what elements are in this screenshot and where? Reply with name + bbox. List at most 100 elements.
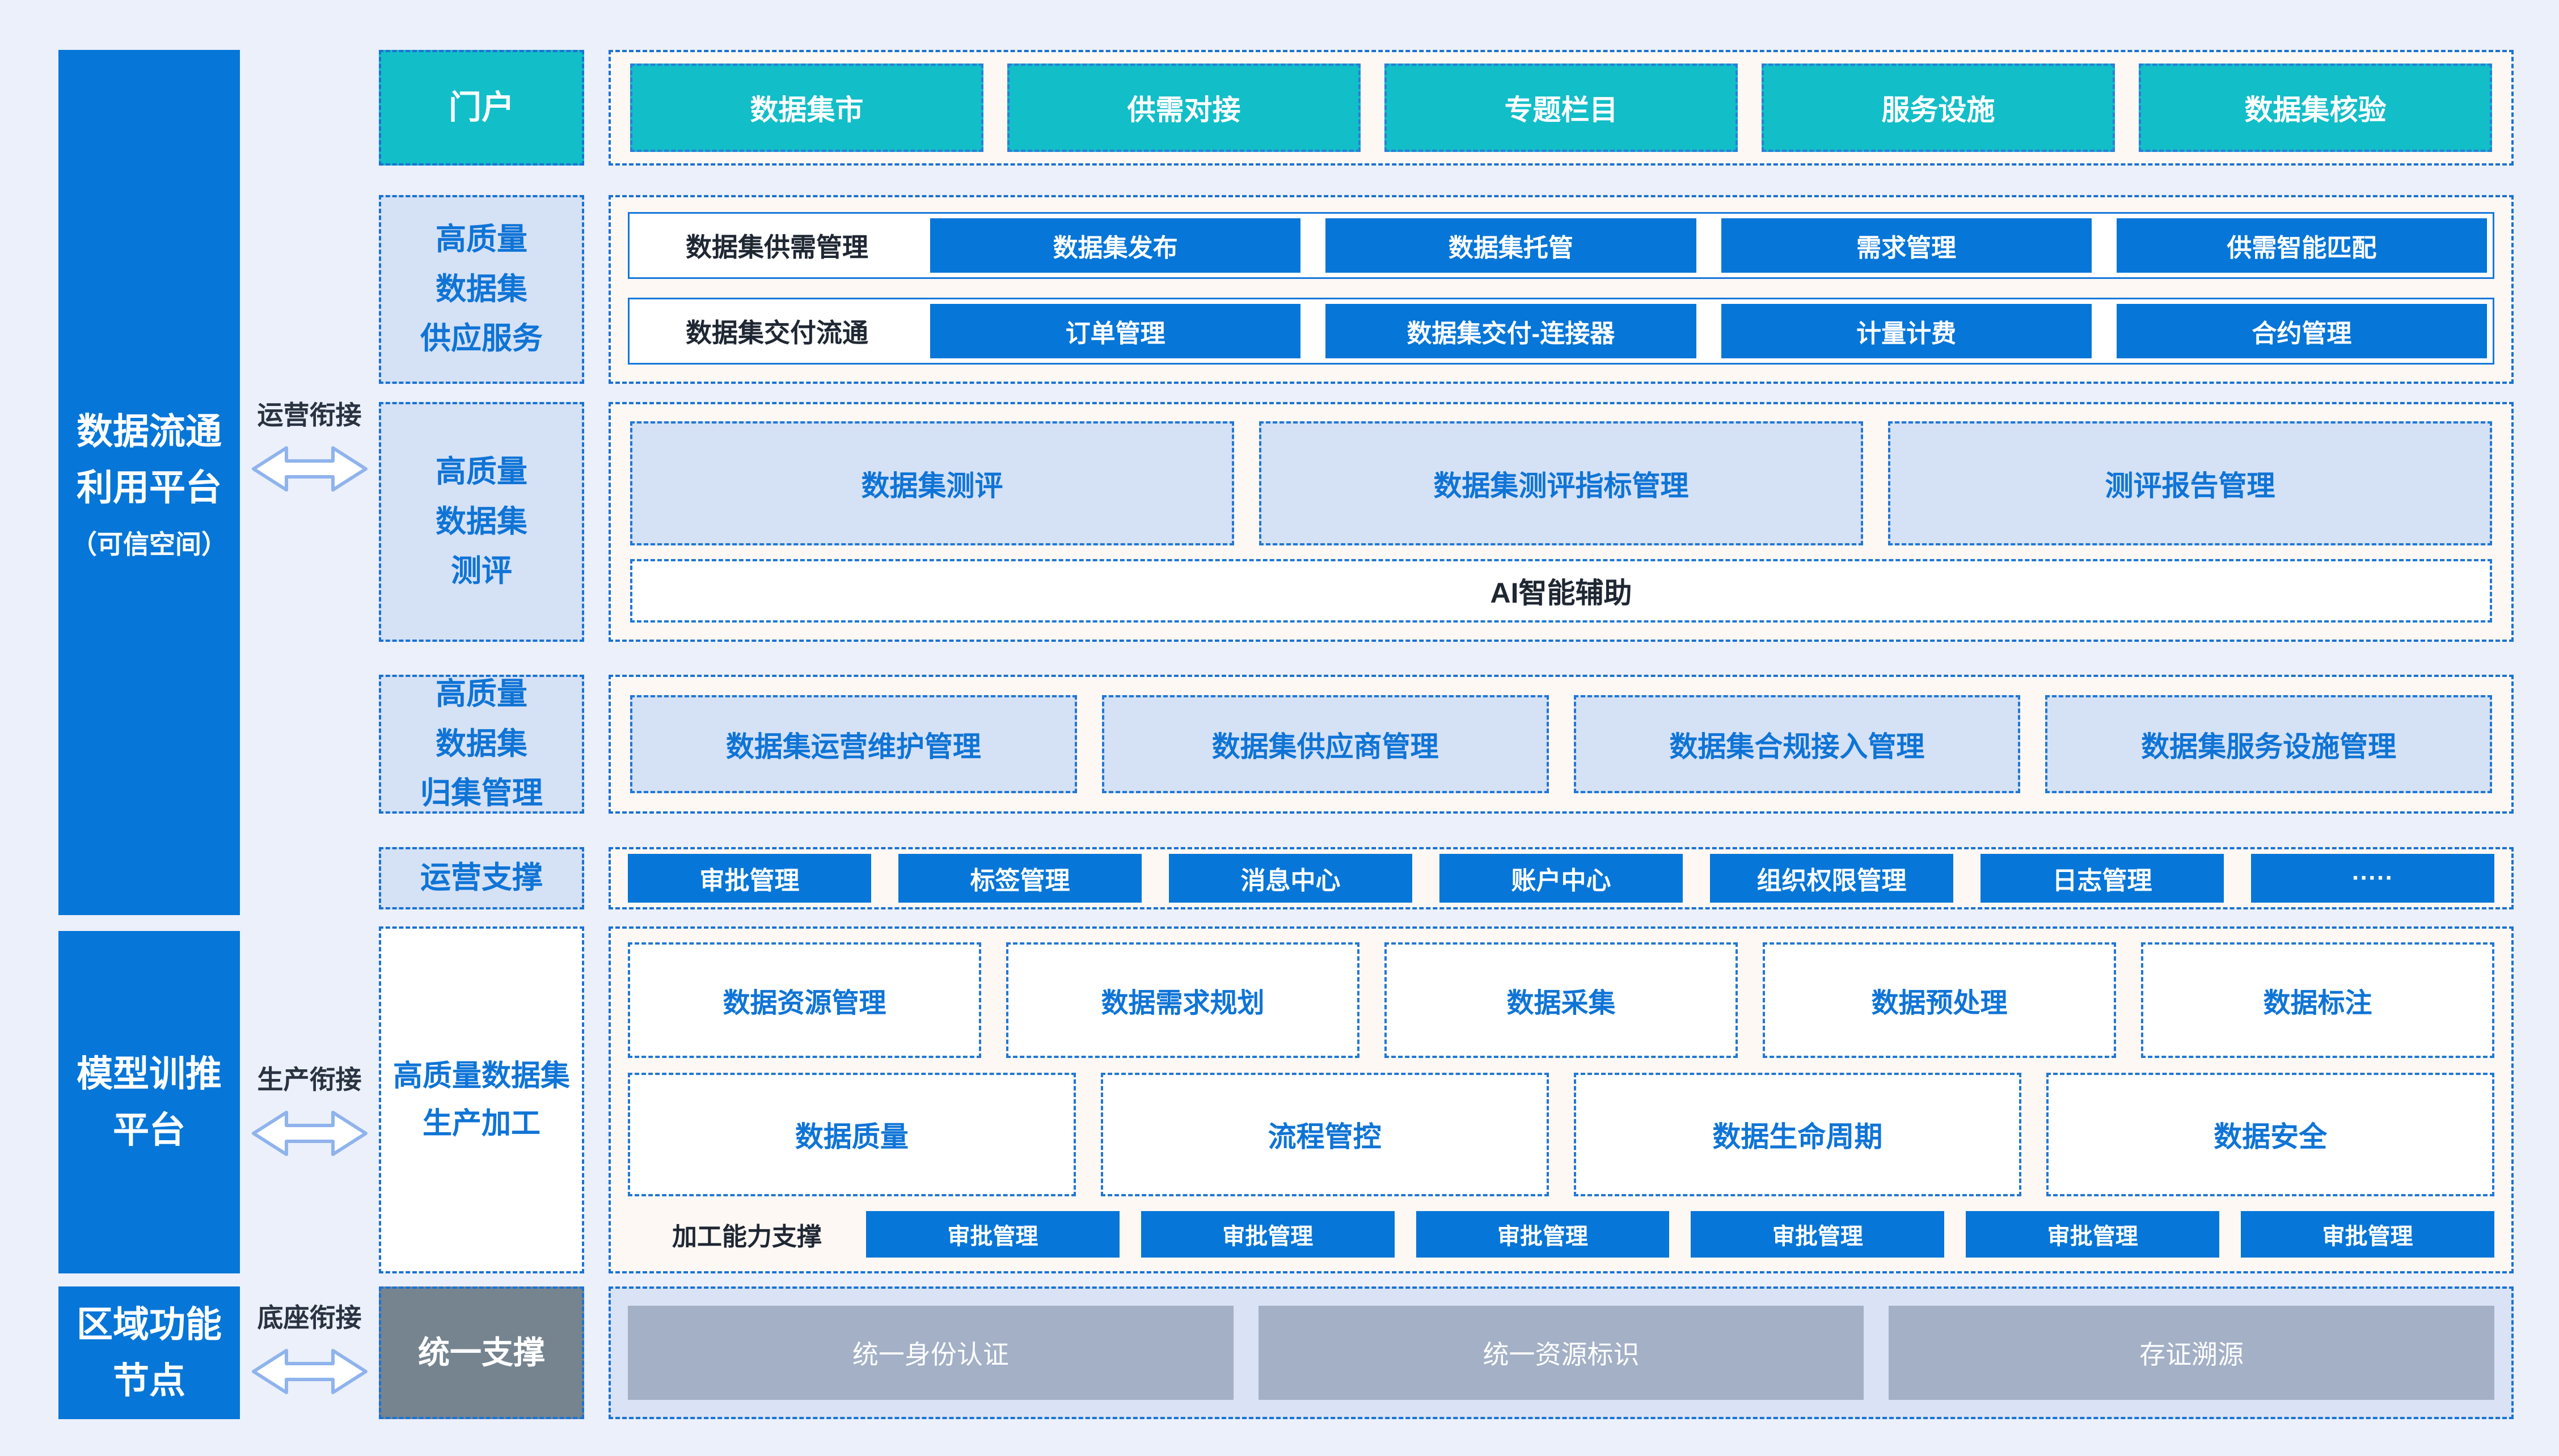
- architecture-diagram: 数据流通 利用平台 （可信空间） 模型训推 平台 区域功能 节点 运营衔接 生产…: [0, 0, 2559, 1456]
- supply-demand-group: 数据集供需管理 数据集发布 数据集托管 需求管理 供需智能匹配: [628, 212, 2494, 279]
- production-row-container: 数据资源管理 数据需求规划 数据采集 数据预处理 数据标注 数据质量 流程管控 …: [609, 926, 2514, 1273]
- double-arrow-icon: [250, 1346, 369, 1397]
- module-chip-account-center: 账户中心: [1439, 854, 1683, 903]
- module-card-service-facility-mgmt: 数据集服务设施管理: [2045, 695, 2492, 793]
- module-card-dataset-evaluation: 数据集测评: [630, 421, 1234, 545]
- portal-chip-dataset-verify: 数据集核验: [2139, 64, 2492, 152]
- row-label-text: 归集管理: [420, 769, 543, 818]
- row-label-portal: 门户: [379, 50, 584, 166]
- group-buttons: 订单管理 数据集交付-连接器 计量计费 合约管理: [924, 304, 2493, 358]
- group-buttons: 数据集发布 数据集托管 需求管理 供需智能匹配: [924, 218, 2493, 273]
- production-cards-row1: 数据资源管理 数据需求规划 数据采集 数据预处理 数据标注: [628, 942, 2494, 1058]
- module-card-identity-auth: 统一身份认证: [628, 1306, 1234, 1400]
- row-label-text: 生产加工: [423, 1100, 540, 1148]
- module-card-resource-id: 统一资源标识: [1259, 1306, 1864, 1400]
- connector-label: 生产衔接: [257, 1059, 362, 1097]
- evaluation-cards: 数据集测评 数据集测评指标管理 测评报告管理: [630, 421, 2492, 545]
- module-card-data-demand-plan: 数据需求规划: [1006, 942, 1359, 1058]
- module-chip-delivery-connector: 数据集交付-连接器: [1325, 304, 1696, 358]
- module-card-evaluation-indicator: 数据集测评指标管理: [1259, 421, 1863, 545]
- module-chip-approval: 审批管理: [1691, 1211, 1944, 1258]
- module-chip-metering-billing: 计量计费: [1721, 304, 2092, 358]
- module-chip-approval-mgmt: 审批管理: [628, 854, 871, 903]
- module-chip-approval: 审批管理: [2241, 1211, 2494, 1258]
- pillar-title-line: 利用平台: [77, 460, 222, 516]
- module-chip-message-center: 消息中心: [1169, 854, 1412, 903]
- pillar-model-training-platform: 模型训推 平台: [58, 931, 240, 1273]
- portal-chip-data-market: 数据集市: [630, 64, 983, 152]
- module-card-data-security: 数据安全: [2046, 1073, 2494, 1196]
- group-title: 数据集供需管理: [630, 227, 924, 264]
- module-card-data-quality: 数据质量: [628, 1073, 1076, 1196]
- row-label-text: 数据集: [436, 719, 527, 769]
- module-chip-dataset-publish: 数据集发布: [930, 218, 1300, 273]
- module-card-ops-maintenance: 数据集运营维护管理: [630, 695, 1077, 793]
- module-card-compliance-access: 数据集合规接入管理: [1574, 695, 2021, 793]
- module-chip-order-mgmt: 订单管理: [930, 304, 1300, 358]
- module-chip-demand-mgmt: 需求管理: [1721, 218, 2092, 273]
- row-label-text: 高质量数据集: [393, 1052, 570, 1100]
- evaluation-row-container: 数据集测评 数据集测评指标管理 测评报告管理 AI智能辅助: [609, 402, 2514, 642]
- connector-production: 生产衔接: [240, 1059, 379, 1159]
- approval-buttons: 审批管理 审批管理 审批管理 审批管理 审批管理 审批管理: [866, 1211, 2494, 1258]
- portal-chip-topic-column: 专题栏目: [1384, 64, 1738, 152]
- pillar-title-line: 平台: [113, 1102, 185, 1158]
- module-card-process-control: 流程管控: [1101, 1073, 1549, 1196]
- connector-base: 底座衔接: [240, 1297, 379, 1397]
- row-label-supply-service: 高质量 数据集 供应服务: [379, 195, 584, 384]
- row-label-text: 高质量: [436, 447, 527, 497]
- module-chip-approval: 审批管理: [1966, 1211, 2219, 1258]
- operations-row-container: 审批管理 标签管理 消息中心 账户中心 组织权限管理 日志管理 ·····: [609, 847, 2514, 909]
- connector-label: 底座衔接: [257, 1297, 362, 1335]
- row-label-text: 数据集: [436, 265, 527, 314]
- module-card-data-resource: 数据资源管理: [628, 942, 981, 1058]
- module-card-data-preprocess: 数据预处理: [1763, 942, 2116, 1058]
- module-chip-log-mgmt: 日志管理: [1981, 854, 2224, 903]
- module-chip-approval: 审批管理: [1141, 1211, 1395, 1258]
- connector-label: 运营衔接: [257, 395, 362, 432]
- ai-assist-banner: AI智能辅助: [630, 559, 2492, 623]
- supply-row-container: 数据集供需管理 数据集发布 数据集托管 需求管理 供需智能匹配 数据集交付流通 …: [609, 195, 2514, 384]
- pillar-title-line: 数据流通: [77, 404, 222, 460]
- module-chip-smart-matching: 供需智能匹配: [2117, 218, 2487, 273]
- row-label-text: 运营支撑: [420, 853, 543, 903]
- processing-support-label: 加工能力支撑: [628, 1216, 866, 1252]
- module-chip-org-permission: 组织权限管理: [1710, 854, 1953, 903]
- module-chip-approval: 审批管理: [866, 1211, 1120, 1258]
- portal-chip-supply-demand: 供需对接: [1007, 64, 1361, 152]
- row-label-text: 测评: [451, 547, 512, 596]
- module-card-evidence-trace: 存证溯源: [1889, 1306, 2494, 1400]
- row-label-text: 高质量: [436, 215, 527, 264]
- portal-chip-service-facility: 服务设施: [1762, 64, 2115, 152]
- module-card-supplier-mgmt: 数据集供应商管理: [1102, 695, 1549, 793]
- production-cards-row2: 数据质量 流程管控 数据生命周期 数据安全: [628, 1073, 2494, 1196]
- row-label-text: 供应服务: [420, 314, 543, 363]
- collection-row-container: 数据集运营维护管理 数据集供应商管理 数据集合规接入管理 数据集服务设施管理: [609, 675, 2514, 814]
- unified-row-container: 统一身份认证 统一资源标识 存证溯源: [609, 1286, 2514, 1419]
- double-arrow-icon: [250, 443, 369, 494]
- row-label-evaluation: 高质量 数据集 测评: [379, 402, 584, 642]
- module-chip-more: ·····: [2251, 854, 2494, 903]
- module-chip-approval: 审批管理: [1416, 1211, 1670, 1258]
- row-label-collection: 高质量 数据集 归集管理: [379, 675, 584, 814]
- pillar-subtitle: （可信空间）: [71, 524, 227, 561]
- row-label-unified-support: 统一支撑: [379, 1286, 584, 1419]
- module-chip-dataset-hosting: 数据集托管: [1325, 218, 1696, 273]
- row-label-text: 门户: [449, 81, 514, 134]
- connector-operations: 运营衔接: [240, 395, 379, 494]
- pillar-regional-function-node: 区域功能 节点: [58, 1286, 240, 1419]
- module-chip-contract-mgmt: 合约管理: [2117, 304, 2487, 358]
- pillar-data-circulation-platform: 数据流通 利用平台 （可信空间）: [58, 50, 240, 915]
- module-card-data-lifecycle: 数据生命周期: [1574, 1073, 2022, 1196]
- row-label-production: 高质量数据集 生产加工: [379, 926, 584, 1273]
- processing-support-row: 加工能力支撑 审批管理 审批管理 审批管理 审批管理 审批管理 审批管理: [628, 1211, 2494, 1258]
- pillar-title-line: 区域功能: [77, 1297, 222, 1353]
- row-label-operations-support: 运营支撑: [379, 847, 584, 909]
- module-card-data-collect: 数据采集: [1384, 942, 1738, 1058]
- group-title: 数据集交付流通: [630, 312, 924, 350]
- module-card-data-annotation: 数据标注: [2141, 942, 2494, 1058]
- row-label-text: 高质量: [436, 670, 527, 719]
- module-chip-tag-mgmt: 标签管理: [898, 854, 1142, 903]
- pillar-title-line: 节点: [113, 1353, 185, 1409]
- double-arrow-icon: [250, 1108, 369, 1159]
